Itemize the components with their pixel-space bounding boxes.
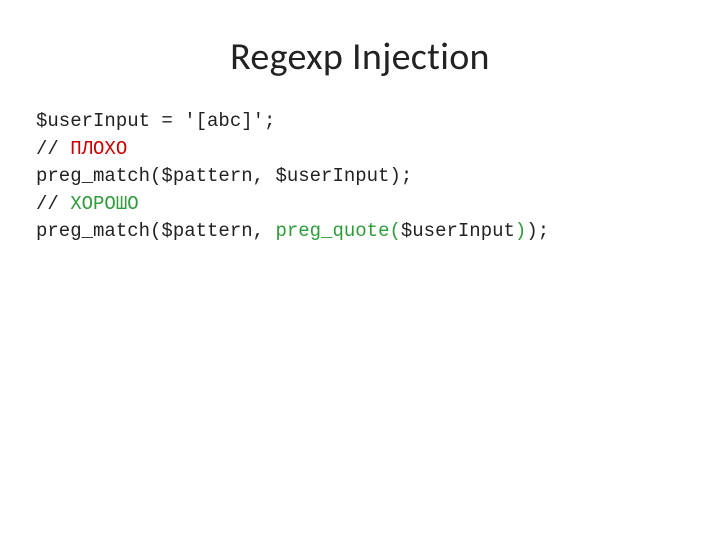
comment-prefix-bad: //: [36, 138, 70, 160]
code-line-5e: );: [526, 220, 549, 242]
code-line-1: $userInput = '[abc]';: [36, 110, 275, 132]
code-line-3: preg_match($pattern, $userInput);: [36, 165, 412, 187]
code-line-5a: preg_match($pattern,: [36, 220, 275, 242]
code-block: $userInput = '[abc]'; // ПЛОХО preg_matc…: [36, 108, 684, 246]
code-line-5c: $userInput: [401, 220, 515, 242]
bad-label: ПЛОХО: [70, 138, 127, 160]
slide-title: Regexp Injection: [36, 34, 684, 80]
slide: Regexp Injection $userInput = '[abc]'; /…: [0, 0, 720, 540]
comment-prefix-good: //: [36, 193, 70, 215]
preg-quote-call: preg_quote(: [275, 220, 400, 242]
preg-quote-close: ): [515, 220, 526, 242]
good-label: ХОРОШО: [70, 193, 138, 215]
